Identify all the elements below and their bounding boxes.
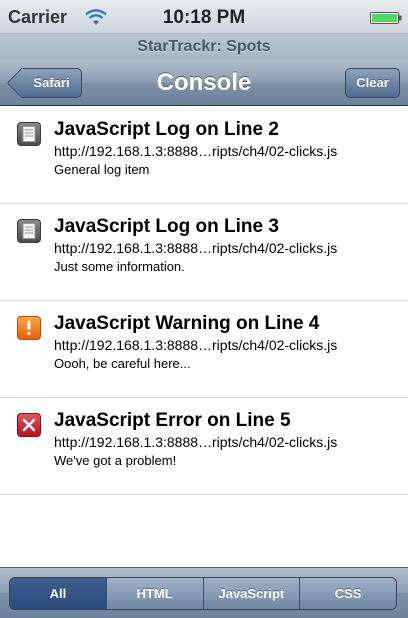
log-entry[interactable]: JavaScript Log on Line 3 http://192.168.… (0, 204, 408, 301)
log-source-url: http://192.168.1.3:8888…ripts/ch4/02-cli… (54, 337, 338, 353)
log-source-url: http://192.168.1.3:8888…ripts/ch4/02-cli… (54, 240, 338, 256)
log-message: Oooh, be careful here... (54, 356, 191, 371)
navigation-bar: Safari Console Clear (0, 60, 408, 106)
battery-icon (370, 12, 402, 24)
log-title: JavaScript Log on Line 2 (54, 119, 279, 140)
filter-html[interactable]: HTML (106, 578, 204, 609)
clear-button[interactable]: Clear (345, 68, 400, 98)
warning-entry[interactable]: JavaScript Warning on Line 4 http://192.… (0, 301, 408, 398)
log-title: JavaScript Log on Line 3 (54, 216, 279, 237)
filter-css[interactable]: CSS (300, 578, 396, 609)
page-title: StarTrackr: Spots (0, 34, 408, 60)
log-message: Just some information. (54, 259, 185, 274)
filter-toolbar: All HTML JavaScript CSS (0, 567, 408, 618)
warning-icon (17, 316, 41, 340)
log-source-url: http://192.168.1.3:8888…ripts/ch4/02-cli… (54, 143, 338, 159)
filter-segmented-control: All HTML JavaScript CSS (9, 577, 397, 610)
log-icon (17, 122, 41, 146)
status-bar: Carrier 10:18 PM (0, 0, 408, 34)
log-title: JavaScript Warning on Line 4 (54, 313, 320, 334)
error-icon (17, 413, 41, 437)
log-title: JavaScript Error on Line 5 (54, 410, 291, 431)
log-entry[interactable]: JavaScript Log on Line 2 http://192.168.… (0, 107, 408, 204)
log-message: We've got a problem! (54, 453, 177, 468)
log-icon (17, 219, 41, 243)
log-list: JavaScript Log on Line 2 http://192.168.… (0, 107, 408, 495)
filter-all[interactable]: All (10, 578, 107, 609)
clock: 10:18 PM (162, 7, 246, 28)
error-entry[interactable]: JavaScript Error on Line 5 http://192.16… (0, 398, 408, 495)
log-message: General log item (54, 162, 150, 177)
filter-javascript[interactable]: JavaScript (203, 578, 301, 609)
log-source-url: http://192.168.1.3:8888…ripts/ch4/02-cli… (54, 434, 338, 450)
